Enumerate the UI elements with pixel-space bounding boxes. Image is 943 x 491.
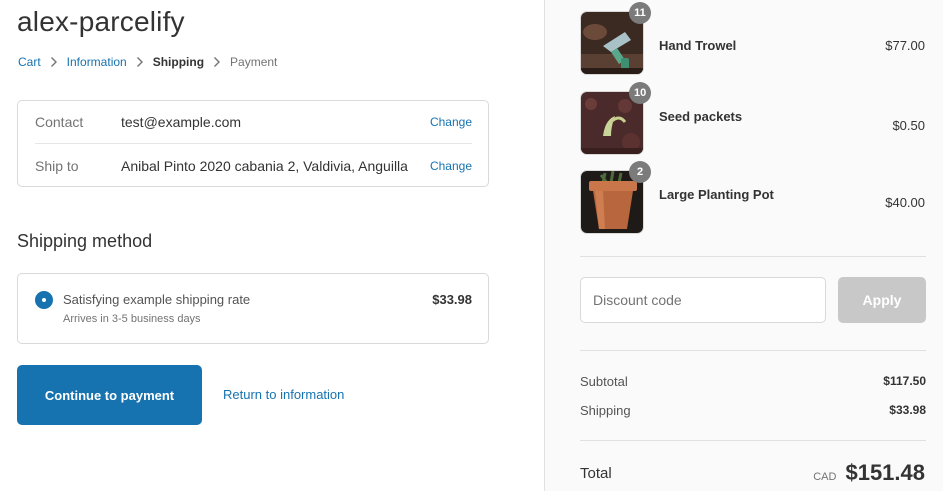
chevron-right-icon (50, 55, 58, 69)
contact-label: Contact (35, 114, 84, 130)
breadcrumb: Cart Information Shipping Payment (18, 55, 277, 69)
review-block: Contact test@example.com Change Ship to … (17, 100, 489, 187)
shipping-rate-radio[interactable] (35, 291, 53, 309)
shipping-rate-option[interactable]: Satisfying example shipping rate Arrives… (17, 273, 489, 344)
subtotal-row: Subtotal $117.50 (580, 374, 926, 389)
shipping-value: $33.98 (889, 403, 926, 417)
change-contact-link[interactable]: Change (430, 115, 472, 129)
item-price: $40.00 (885, 195, 925, 210)
return-to-information-link[interactable]: Return to information (223, 387, 344, 402)
shipping-rate-subtitle: Arrives in 3-5 business days (63, 313, 201, 325)
subtotal-label: Subtotal (580, 374, 628, 389)
shipping-label: Shipping (580, 403, 631, 418)
quantity-badge: 10 (629, 82, 652, 104)
order-summary-sidebar: 11 Hand Trowel $77.00 10 Seed packets $0… (544, 0, 943, 491)
cart-item: 2 Large Planting Pot $40.00 (580, 161, 925, 234)
item-name: Large Planting Pot (659, 187, 774, 202)
ship-to-label: Ship to (35, 157, 79, 174)
currency-code: CAD (813, 471, 837, 483)
total-label: Total (580, 465, 612, 482)
total-amount-group: CAD $151.48 (813, 460, 925, 486)
contact-value: test@example.com (121, 114, 242, 130)
cart-item: 11 Hand Trowel $77.00 (580, 2, 925, 75)
shop-name[interactable]: alex-parcelify (17, 6, 185, 38)
chevron-right-icon (213, 55, 221, 69)
ship-to-value: Anibal Pinto 2020 cabania 2, Valdivia, A… (121, 157, 408, 174)
breadcrumb-cart[interactable]: Cart (18, 55, 41, 69)
item-name: Seed packets (659, 109, 743, 124)
shipping-rate-price: $33.98 (432, 292, 472, 307)
subtotal-value: $117.50 (883, 374, 926, 388)
item-price: $0.50 (892, 118, 925, 133)
shipping-method-title: Shipping method (17, 231, 153, 251)
discount-code-input[interactable] (580, 277, 826, 323)
shipping-row: Shipping $33.98 (580, 403, 926, 418)
divider (580, 440, 926, 441)
cart-item: 10 Seed packets $0.50 (580, 82, 925, 155)
change-ship-to-link[interactable]: Change (430, 159, 472, 173)
quantity-badge: 11 (629, 2, 651, 24)
breadcrumb-information[interactable]: Information (67, 55, 127, 69)
total-amount: $151.48 (845, 460, 925, 485)
chevron-right-icon (136, 55, 144, 69)
item-price: $77.00 (885, 38, 925, 53)
review-contact-row: Contact test@example.com Change (35, 101, 472, 144)
review-ship-to-row: Ship to Anibal Pinto 2020 cabania 2, Val… (35, 144, 472, 187)
shipping-rate-name: Satisfying example shipping rate (63, 292, 251, 307)
apply-discount-button[interactable]: Apply (838, 277, 926, 323)
quantity-badge: 2 (629, 161, 651, 183)
divider (580, 350, 926, 351)
main-content: alex-parcelify Cart Information Shipping… (0, 0, 545, 491)
breadcrumb-payment: Payment (230, 55, 278, 69)
continue-to-payment-button[interactable]: Continue to payment (17, 365, 202, 425)
item-name: Hand Trowel (659, 38, 737, 53)
divider (580, 256, 926, 257)
breadcrumb-shipping: Shipping (152, 55, 205, 69)
